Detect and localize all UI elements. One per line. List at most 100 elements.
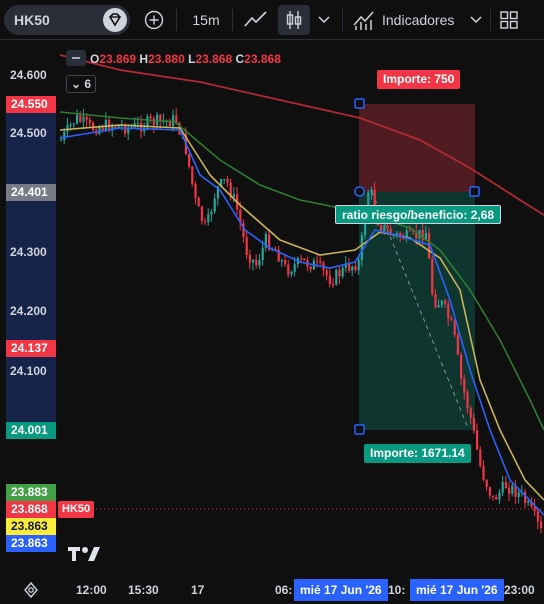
time-axis-settings-icon[interactable] [22,581,40,604]
candle-body [204,221,207,223]
candle-body [85,116,88,120]
candle-body [226,179,229,183]
candle-body [284,260,287,265]
candle-body [136,122,139,124]
candle-body [431,258,434,295]
time-highlight-end: mié 17 Jun '26 [410,579,504,601]
entry-right-handle [469,186,480,197]
candle-body [194,183,197,198]
candle-body [488,487,491,496]
candle-body [447,303,450,319]
candle-body [492,495,495,497]
candle-body [104,119,107,131]
candle-body [386,225,389,229]
candle-body [338,270,341,277]
candle-body [348,263,351,271]
candle-body [440,300,443,306]
candle-body [149,116,152,119]
target-handle [354,424,365,435]
candle-body [341,267,344,277]
ohlc-legend: O23.869 H23.880 L23.868 C23.868 [90,52,281,66]
candle-body [466,392,469,409]
time-tick: 23:00 [504,583,535,597]
candle-body [527,501,530,503]
candle-body [335,270,338,285]
time-tick: 17 [191,583,205,597]
candle-body [101,127,104,131]
candle-body [309,266,312,270]
candle-body [495,496,498,500]
candle-body [172,115,175,127]
candle-body [453,320,456,336]
candle-body [188,154,191,167]
candle-body [124,125,127,134]
candle-body [319,260,322,263]
stop-price-label: 24.550 [6,96,56,113]
candle-body [152,118,155,126]
indicators-count-button[interactable]: ⌄ 6 [66,75,96,93]
candle-body [540,521,543,529]
entry-price-label: 24.401 [6,184,56,201]
risk-reward-label[interactable]: ratio riesgo/beneficio: 2,68 [335,205,502,224]
candle-body [469,408,472,418]
candle-body [383,225,386,232]
candle-body [114,126,117,128]
candle-body [261,247,264,261]
candle-body [287,264,290,275]
stop-amount-label[interactable]: Importe: 750 [377,70,461,89]
candle-body [191,166,194,184]
candle-body [66,124,69,132]
stop-loss-zone [359,104,475,192]
candle-body [197,197,200,207]
candle-body [258,260,261,266]
candle-body [508,488,511,494]
candle-body [325,270,328,276]
candle-body [351,266,354,271]
price-tick: 24.500 [10,126,47,140]
candle-body [303,258,306,261]
candle-body [252,259,255,263]
target-amount-label[interactable]: Importe: 1671.14 [364,444,471,463]
candle-body [511,485,514,494]
candle-body [232,194,235,198]
candle-body [200,206,203,222]
candle-body [82,116,85,122]
candle-body [360,235,363,260]
time-tick: 06: [275,583,293,597]
candle-body [460,354,463,379]
price-tick: 24.100 [10,364,47,378]
legend-collapse-button[interactable] [66,50,86,66]
candle-body [255,259,258,266]
take-profit-zone [359,192,475,430]
mid-price-label: 24.137 [6,340,56,357]
candle-body [501,482,504,493]
candle-body [476,430,479,450]
candle-body [72,123,75,125]
candle-body [434,294,437,308]
candle-body [245,237,248,255]
candle-body [60,139,63,141]
candle-body [504,482,507,489]
candle-body [290,271,293,275]
candle-body [485,479,488,488]
candle-body [69,124,72,126]
candle-body [300,257,303,259]
candle-body [517,492,520,497]
candle-body [370,189,373,193]
candle-body [482,465,485,480]
candle-body [280,260,283,262]
candle-body [463,378,466,393]
candle-body [63,131,66,140]
last-price-label: 23.868 [6,501,56,518]
target-price-label: 24.001 [6,422,56,439]
candle-body [213,198,216,212]
candle-body [140,122,143,132]
candle-body [332,284,335,286]
candle-body [408,230,411,232]
candle-body [444,300,447,304]
tradingview-logo-icon [68,546,102,567]
candle-body [293,264,296,272]
candle-body [456,335,459,355]
time-tick: 12:00 [76,583,107,597]
candle-body [498,492,501,500]
